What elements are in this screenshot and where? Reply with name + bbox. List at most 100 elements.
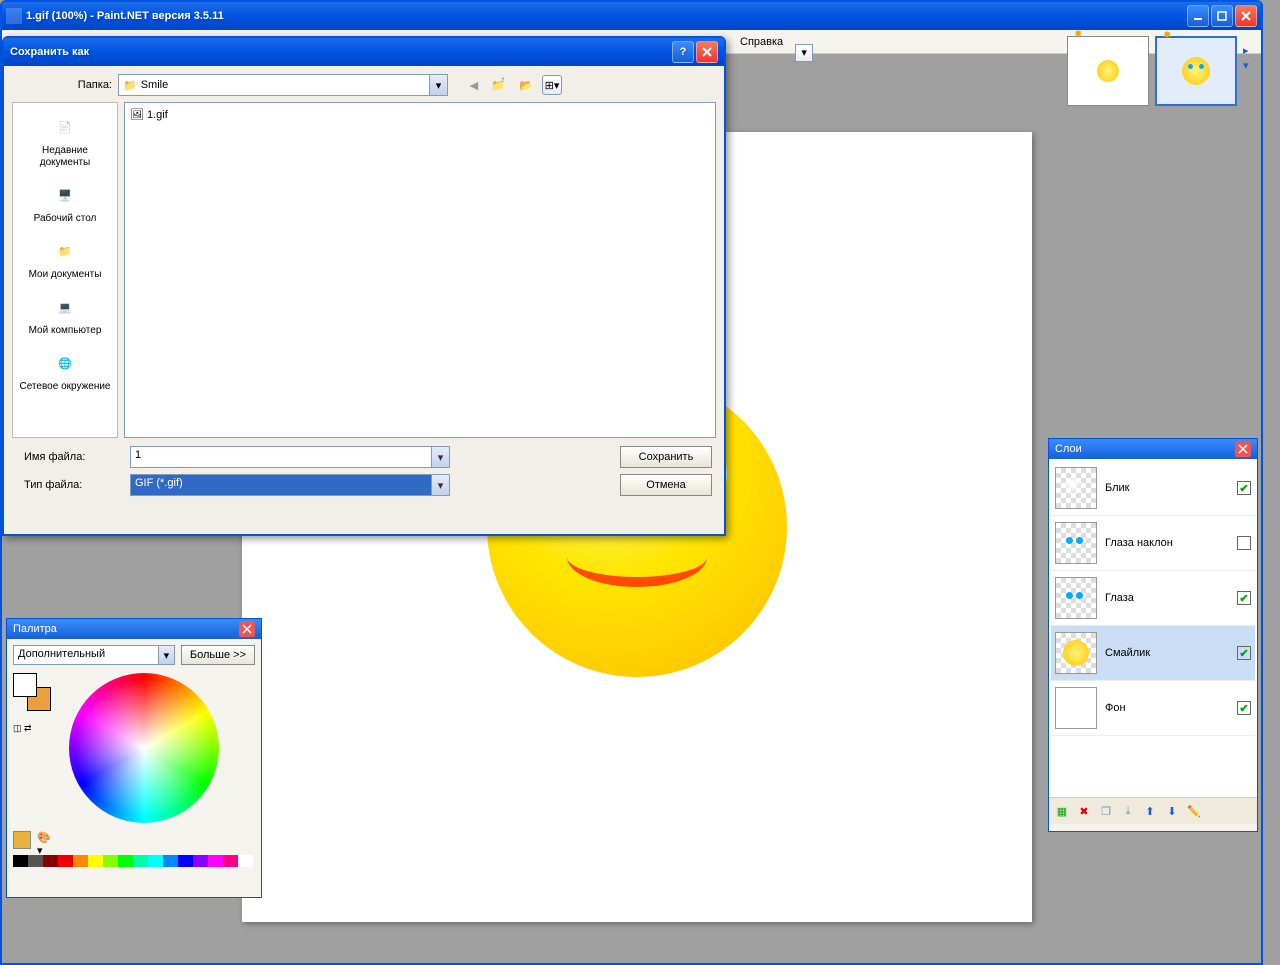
network-icon: 🌐	[49, 347, 81, 379]
color-swatch[interactable]	[178, 855, 193, 867]
color-swatch[interactable]	[13, 855, 28, 867]
cancel-button[interactable]: Отмена	[620, 474, 712, 496]
layer-thumbnail	[1055, 632, 1097, 674]
layers-panel: Слои Блик ✔ Глаза наклон Глаза ✔ Смайлик ✔ Фон ✔…	[1048, 438, 1258, 832]
main-titlebar[interactable]: 1.gif (100%) - Paint.NET версия 3.5.11	[2, 2, 1261, 30]
thumbnail-2[interactable]: ✸	[1155, 36, 1237, 106]
palette-more-button[interactable]: Больше >>	[181, 645, 255, 665]
layers-titlebar[interactable]: Слои	[1049, 439, 1257, 459]
place-mydocs[interactable]: 📁 Мои документы	[15, 231, 115, 285]
folder-dropdown[interactable]: 📁 Smile ▾	[118, 74, 448, 96]
color-wheel[interactable]	[69, 673, 219, 823]
chevron-down-icon[interactable]: ▾	[431, 475, 449, 495]
layer-name: Глаза	[1105, 592, 1229, 604]
layer-visibility-checkbox[interactable]: ✔	[1237, 481, 1251, 495]
color-swatches[interactable]	[13, 673, 61, 721]
nav-new-folder-button[interactable]: 📂	[516, 75, 536, 95]
thumbnail-nav[interactable]: ▸ ▾	[1243, 44, 1255, 72]
layer-row[interactable]: Глаза ✔	[1051, 571, 1255, 626]
layer-thumbnail	[1055, 522, 1097, 564]
palette-tool-icon[interactable]	[13, 831, 31, 849]
window-title: 1.gif (100%) - Paint.NET версия 3.5.11	[26, 10, 1187, 22]
dialog-title-text: Сохранить как	[10, 46, 89, 58]
nav-back-button[interactable]: ◀	[464, 75, 484, 95]
minimize-button[interactable]	[1187, 5, 1209, 27]
color-swatch[interactable]	[193, 855, 208, 867]
layer-name: Блик	[1105, 482, 1229, 494]
place-recent[interactable]: 📄 Недавние документы	[15, 107, 115, 173]
color-swatch[interactable]	[43, 855, 58, 867]
modified-star-icon: ✸	[1074, 29, 1082, 40]
color-strip[interactable]	[13, 855, 255, 867]
file-item[interactable]: 🖼 1.gif	[129, 107, 711, 122]
filename-label: Имя файла:	[12, 451, 122, 463]
layer-delete-button[interactable]: ✖	[1075, 802, 1093, 820]
chevron-down-icon[interactable]: ▾	[158, 646, 174, 664]
nav-view-button[interactable]: ⊞▾	[542, 75, 562, 95]
layer-add-button[interactable]: ▦	[1053, 802, 1071, 820]
close-button[interactable]	[1235, 5, 1257, 27]
palette-tool-icon[interactable]: 🎨▾	[37, 831, 55, 849]
color-swatch[interactable]	[103, 855, 118, 867]
primary-color-swatch[interactable]	[13, 673, 37, 697]
color-swatch[interactable]	[73, 855, 88, 867]
filetype-label: Тип файла:	[12, 479, 122, 491]
places-bar: 📄 Недавние документы 🖥️ Рабочий стол 📁 М…	[12, 102, 118, 438]
palette-mode-dropdown[interactable]: Дополнительный ▾	[13, 645, 175, 665]
layer-visibility-checkbox[interactable]: ✔	[1237, 701, 1251, 715]
dialog-titlebar[interactable]: Сохранить как ?	[4, 38, 724, 66]
maximize-button[interactable]	[1211, 5, 1233, 27]
layers-toolbar: ▦ ✖ ❐ ⤓ ⬆ ⬇ ✏️	[1049, 797, 1257, 824]
color-swatch[interactable]	[118, 855, 133, 867]
color-swatch[interactable]	[163, 855, 178, 867]
layer-name: Смайлик	[1105, 647, 1229, 659]
color-swatch[interactable]	[88, 855, 103, 867]
layer-move-down-button[interactable]: ⬇	[1163, 802, 1181, 820]
color-swatch[interactable]	[148, 855, 163, 867]
chevron-down-icon[interactable]: ▾	[429, 75, 447, 95]
save-as-dialog: Сохранить как ? Папка: 📁 Smile ▾ ◀ 📁↑ 📂 …	[2, 36, 726, 536]
help-dropdown[interactable]: ▾	[795, 44, 813, 62]
color-swatch[interactable]	[223, 855, 238, 867]
color-swatch[interactable]	[58, 855, 73, 867]
file-list[interactable]: 🖼 1.gif	[124, 102, 716, 438]
layer-row[interactable]: Блик ✔	[1051, 461, 1255, 516]
nav-up-button[interactable]: 📁↑	[490, 75, 510, 95]
menu-help[interactable]: Справка	[732, 34, 791, 50]
color-swatch[interactable]	[238, 855, 253, 867]
place-desktop[interactable]: 🖥️ Рабочий стол	[15, 175, 115, 229]
layer-thumbnail	[1055, 687, 1097, 729]
color-swatch[interactable]	[133, 855, 148, 867]
folder-value: Smile	[141, 79, 169, 91]
filename-input[interactable]: 1 ▾	[130, 446, 450, 468]
layer-properties-button[interactable]: ✏️	[1185, 802, 1203, 820]
dialog-help-button[interactable]: ?	[672, 41, 694, 63]
layer-row[interactable]: Смайлик ✔	[1051, 626, 1255, 681]
palette-titlebar[interactable]: Палитра	[7, 619, 261, 639]
filetype-dropdown[interactable]: GIF (*.gif) ▾	[130, 474, 450, 496]
layer-row[interactable]: Глаза наклон	[1051, 516, 1255, 571]
layer-visibility-checkbox[interactable]: ✔	[1237, 646, 1251, 660]
palette-title-text: Палитра	[13, 623, 57, 635]
layer-visibility-checkbox[interactable]: ✔	[1237, 591, 1251, 605]
layer-move-up-button[interactable]: ⬆	[1141, 802, 1159, 820]
layer-thumbnail	[1055, 577, 1097, 619]
layer-row[interactable]: Фон ✔	[1051, 681, 1255, 736]
swap-swatches-icon[interactable]: ◫ ⇄	[13, 723, 61, 734]
thumbnail-1[interactable]: ✸	[1067, 36, 1149, 106]
layer-merge-button[interactable]: ⤓	[1119, 802, 1137, 820]
place-network[interactable]: 🌐 Сетевое окружение	[15, 343, 115, 397]
desktop-icon: 🖥️	[49, 179, 81, 211]
dialog-close-button[interactable]	[696, 41, 718, 63]
palette-close-button[interactable]	[239, 621, 255, 637]
palette-panel: Палитра Дополнительный ▾ Больше >> ◫ ⇄ 🎨…	[6, 618, 262, 898]
layer-name: Фон	[1105, 702, 1229, 714]
layers-close-button[interactable]	[1235, 441, 1251, 457]
layer-visibility-checkbox[interactable]	[1237, 536, 1251, 550]
color-swatch[interactable]	[28, 855, 43, 867]
save-button[interactable]: Сохранить	[620, 446, 712, 468]
place-computer[interactable]: 💻 Мой компьютер	[15, 287, 115, 341]
color-swatch[interactable]	[208, 855, 223, 867]
layer-duplicate-button[interactable]: ❐	[1097, 802, 1115, 820]
chevron-down-icon[interactable]: ▾	[431, 447, 449, 467]
